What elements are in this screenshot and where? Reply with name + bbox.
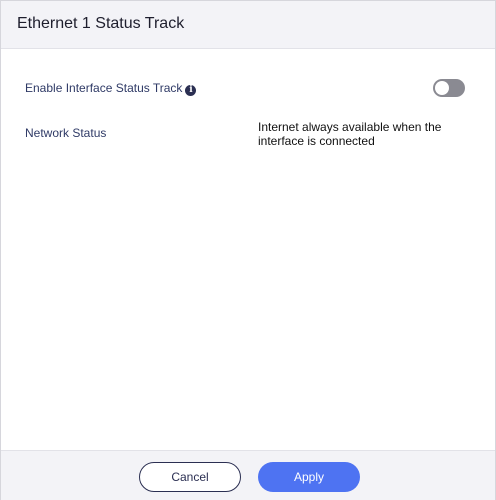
toggle-knob: [435, 81, 449, 95]
network-status-value: Internet always available when the inter…: [258, 120, 442, 148]
network-status-label: Network Status: [25, 126, 107, 140]
enable-status-track-label: Enable Interface Status Track: [25, 81, 183, 95]
info-icon[interactable]: i: [185, 85, 197, 96]
dialog-footer: Cancel Apply: [1, 450, 495, 500]
dialog-title: Ethernet 1 Status Track: [17, 15, 185, 32]
enable-status-track-row: Enable Interface Status Track i: [25, 81, 197, 96]
enable-status-track-toggle[interactable]: [433, 79, 465, 97]
status-track-dialog: Ethernet 1 Status Track Enable Interface…: [0, 0, 496, 500]
dialog-header: Ethernet 1 Status Track: [1, 1, 495, 49]
apply-button[interactable]: Apply: [258, 462, 360, 492]
cancel-button[interactable]: Cancel: [139, 462, 241, 492]
